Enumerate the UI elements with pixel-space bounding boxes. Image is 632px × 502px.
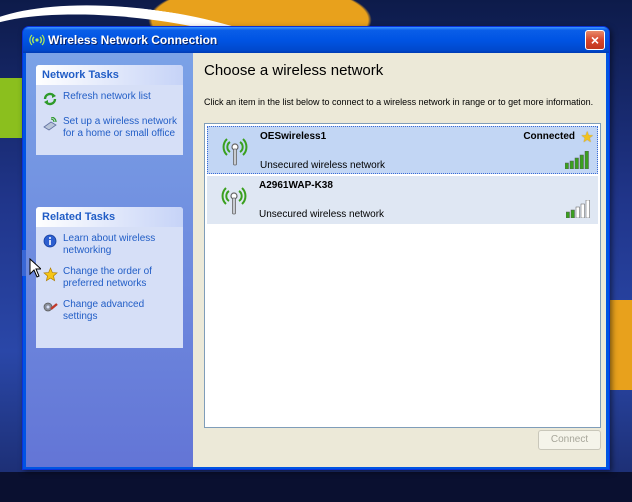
task-label: Refresh network list <box>63 91 151 102</box>
desktop-bottom-band <box>0 472 632 502</box>
network-list: OESwireless1 Connected ★ Unsecured wirel… <box>204 123 601 428</box>
related-tasks-header: Related Tasks <box>36 207 183 227</box>
close-icon: × <box>590 32 600 48</box>
setup-wireless-icon <box>42 116 58 132</box>
task-pane: Network Tasks Refresh network list Set u… <box>26 53 193 467</box>
connect-button[interactable]: Connect <box>538 430 601 450</box>
window-client-area: Network Tasks Refresh network list Set u… <box>26 53 606 467</box>
network-tasks-box: Network Tasks Refresh network list Set u… <box>36 65 183 155</box>
task-label: Set up a wireless network for a home or … <box>63 116 177 139</box>
network-tasks-header: Network Tasks <box>36 65 183 85</box>
task-learn-wireless[interactable]: Learn about wireless networking <box>42 233 179 257</box>
signal-strength-icon <box>564 150 591 170</box>
task-label: Change the order of preferred networks <box>63 266 152 289</box>
settings-icon <box>42 299 58 315</box>
title-bar[interactable]: Wireless Network Connection × <box>23 27 609 53</box>
wireless-antenna-icon <box>217 182 251 216</box>
mouse-pointer-icon <box>29 257 43 278</box>
star-icon <box>42 266 58 282</box>
close-button[interactable]: × <box>585 30 605 50</box>
network-security: Unsecured wireless network <box>260 160 386 171</box>
wireless-title-icon <box>29 33 45 47</box>
network-security: Unsecured wireless network <box>259 209 385 220</box>
network-item-oeswireless1[interactable]: OESwireless1 Connected ★ Unsecured wirel… <box>207 126 598 174</box>
network-name: A2961WAP-K38 <box>259 180 333 191</box>
main-area: Choose a wireless network Click an item … <box>193 53 606 467</box>
task-refresh-network-list[interactable]: Refresh network list <box>42 91 179 107</box>
task-label: Change advanced settings <box>63 299 145 322</box>
window-title: Wireless Network Connection <box>48 33 218 47</box>
page-title: Choose a wireless network <box>204 62 384 79</box>
selection-marker <box>22 250 26 276</box>
connection-status: Connected <box>523 131 575 142</box>
instructions-text: Click an item in the list below to conne… <box>204 97 594 107</box>
signal-strength-icon <box>565 199 592 219</box>
task-advanced-settings[interactable]: Change advanced settings <box>42 299 179 323</box>
desktop-orange-shape <box>608 300 632 390</box>
task-label: Learn about wireless networking <box>63 233 156 256</box>
related-tasks-box: Related Tasks Learn about wireless netwo… <box>36 207 183 348</box>
preferred-star-icon: ★ <box>580 129 594 146</box>
network-item-a2961wap-k38[interactable]: A2961WAP-K38 Unsecured wireless network <box>207 176 598 224</box>
info-icon <box>42 233 58 249</box>
task-change-order[interactable]: Change the order of preferred networks <box>42 266 179 290</box>
wireless-antenna-icon <box>218 133 252 167</box>
network-name: OESwireless1 <box>260 131 327 142</box>
refresh-icon <box>42 91 58 107</box>
wireless-network-window: Wireless Network Connection × Network Ta… <box>22 26 610 470</box>
task-setup-wireless[interactable]: Set up a wireless network for a home or … <box>42 116 179 140</box>
